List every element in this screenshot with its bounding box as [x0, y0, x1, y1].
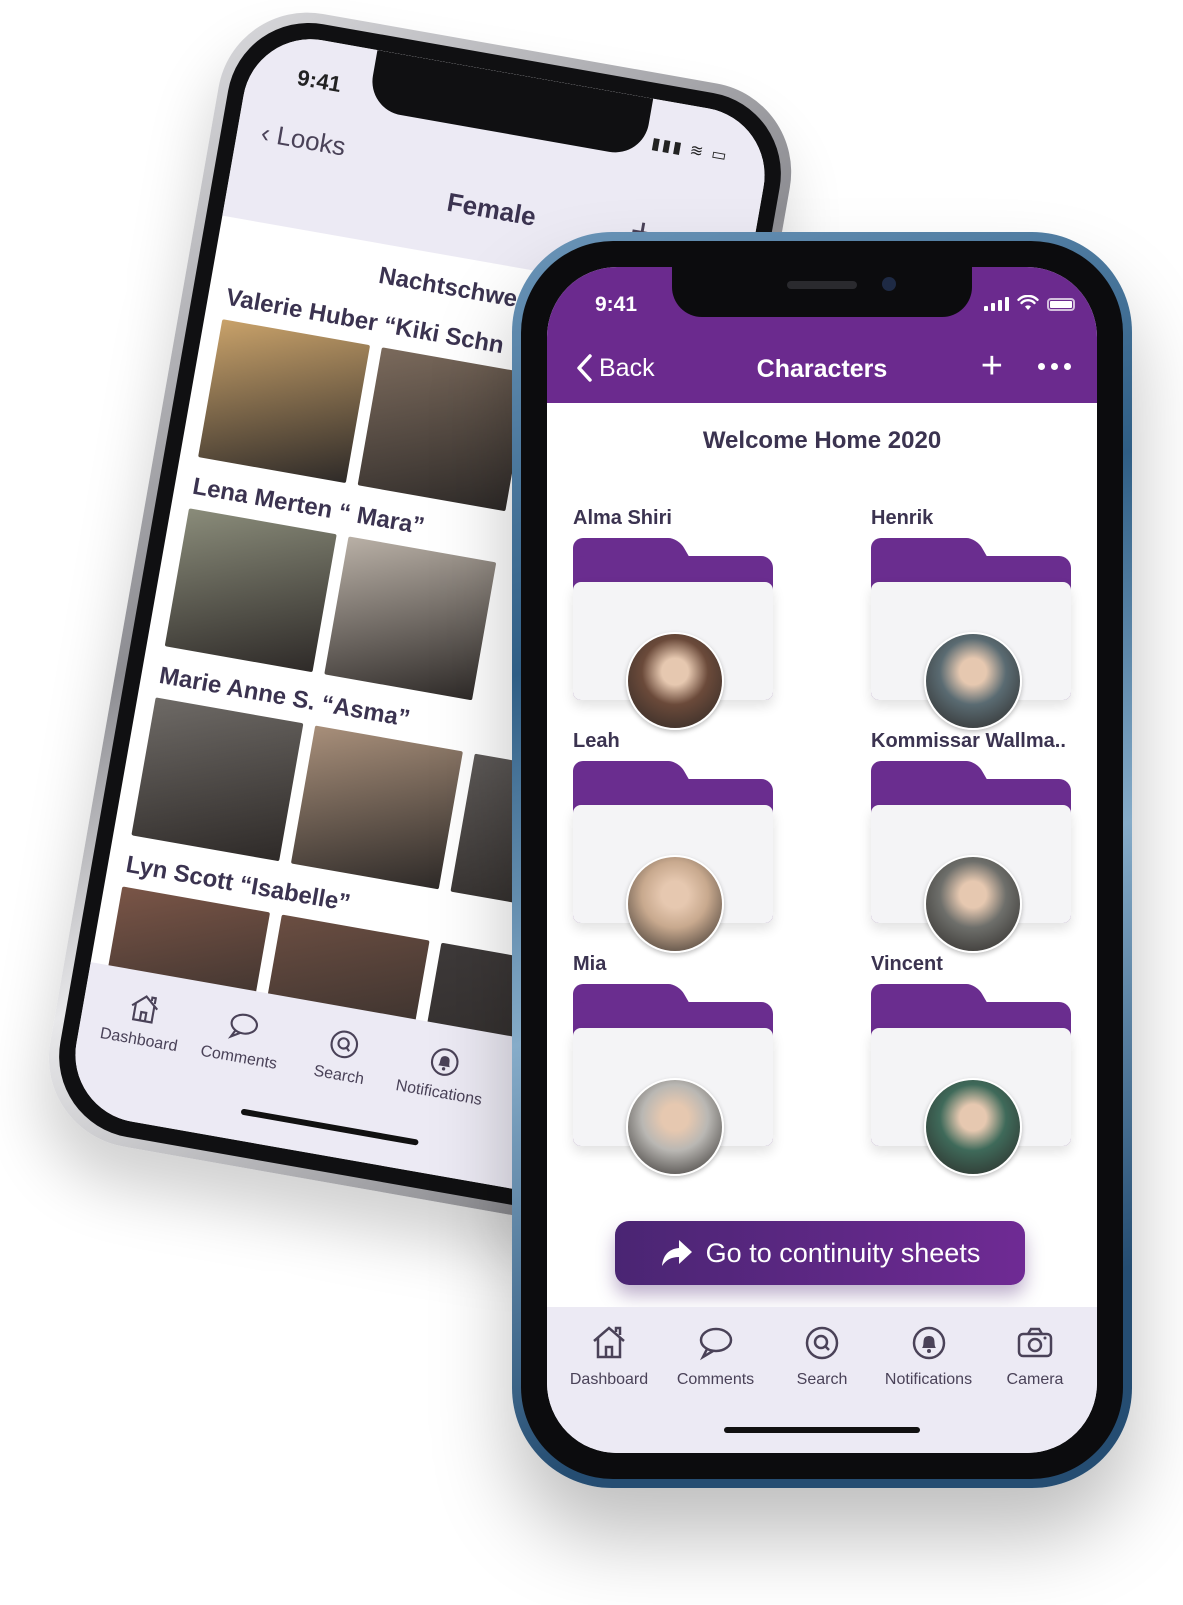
character-name: Mia	[573, 953, 607, 975]
back-notch	[367, 50, 654, 158]
search-icon	[330, 1030, 359, 1059]
back-status-time: 9:41	[295, 64, 344, 98]
character-folder[interactable]: Henrik	[871, 507, 1071, 730]
signal-icon	[984, 297, 1009, 311]
speaker	[787, 281, 857, 289]
front-status-icons	[984, 295, 1075, 311]
folder-front	[871, 1028, 1071, 1176]
wifi-icon	[1017, 295, 1039, 310]
folder-icon[interactable]	[573, 984, 773, 1176]
continuity-sheets-label: Go to continuity sheets	[705, 1237, 981, 1268]
look-photo[interactable]	[164, 508, 337, 673]
folder-front	[871, 805, 1071, 953]
avatar	[924, 1078, 1022, 1176]
tab-search[interactable]: Search	[279, 1020, 392, 1164]
look-photo[interactable]	[357, 347, 530, 512]
tab-notifications[interactable]: Notifications	[879, 1323, 979, 1453]
production-title: Welcome Home 2020	[702, 427, 942, 454]
look-photo[interactable]	[290, 725, 463, 890]
character-folder[interactable]: Kommissar Wallma..	[871, 730, 1071, 953]
add-icon[interactable]: +	[981, 345, 1003, 388]
character-grid: Alma Shiri Henrik Leah Kommissar Wallma.. Mi…	[547, 455, 1097, 1176]
home-icon	[593, 1326, 625, 1359]
battery-icon	[1047, 298, 1075, 311]
comment-icon	[228, 1013, 259, 1039]
tab-notifications[interactable]: Notifications	[379, 1037, 492, 1181]
folder-icon[interactable]	[871, 984, 1071, 1176]
folder-front	[573, 582, 773, 730]
folder-front	[573, 805, 773, 953]
tab-label: Dashboard	[98, 1024, 179, 1056]
tab-dashboard[interactable]: Dashboard	[79, 984, 192, 1128]
folder-icon[interactable]	[573, 761, 773, 953]
more-icon[interactable]	[1038, 363, 1071, 370]
bell-icon	[430, 1048, 459, 1076]
avatar	[924, 632, 1022, 730]
avatar	[626, 855, 724, 953]
tab-comments[interactable]: Comments	[666, 1323, 766, 1453]
bell-icon	[912, 1326, 945, 1360]
tab-label: Camera	[1006, 1371, 1064, 1388]
character-name: Alma Shiri	[573, 507, 672, 529]
folder-front	[871, 582, 1071, 730]
tab-label: Search	[312, 1062, 366, 1089]
avatar	[924, 855, 1022, 953]
character-folder[interactable]: Mia	[573, 953, 773, 1176]
character-name: Henrik	[871, 507, 934, 529]
camera-icon	[1017, 1327, 1053, 1358]
folder-front	[573, 1028, 773, 1176]
look-photo[interactable]	[131, 697, 304, 862]
tab-label: Comments	[199, 1042, 279, 1073]
tab-label: Dashboard	[569, 1371, 649, 1388]
share-arrow-icon	[661, 1240, 692, 1266]
look-photo[interactable]	[198, 319, 371, 484]
character-name: Kommissar Wallma..	[871, 730, 1066, 752]
front-notch	[672, 267, 972, 317]
continuity-sheets-button[interactable]: Go to continuity sheets	[615, 1221, 1025, 1285]
look-photo[interactable]	[324, 536, 497, 701]
front-header: 9:41 Back Characters +	[547, 267, 1097, 403]
character-name: Vincent	[871, 953, 943, 975]
front-phone: 9:41 Back Characters + Welcome Home 2020…	[512, 232, 1132, 1488]
tab-search[interactable]: Search	[772, 1323, 872, 1453]
character-folder[interactable]: Leah	[573, 730, 773, 953]
comment-icon	[699, 1327, 732, 1361]
front-phone-screen: 9:41 Back Characters + Welcome Home 2020…	[547, 267, 1097, 1453]
front-status-time: 9:41	[595, 293, 638, 316]
folder-icon[interactable]	[573, 538, 773, 730]
tab-camera[interactable]: Camera	[985, 1323, 1085, 1453]
tab-comments[interactable]: Comments	[179, 1002, 292, 1146]
tab-label: Comments	[676, 1371, 755, 1388]
character-folder[interactable]: Vincent	[871, 953, 1071, 1176]
character-name: Leah	[573, 730, 620, 752]
folder-icon[interactable]	[871, 761, 1071, 953]
tab-label: Notifications	[884, 1371, 973, 1388]
folder-icon[interactable]	[871, 538, 1071, 730]
character-folder[interactable]: Alma Shiri	[573, 507, 773, 730]
front-camera	[882, 277, 896, 291]
avatar	[626, 632, 724, 730]
tab-label: Search	[796, 1371, 848, 1388]
back-nav-back-label: Looks	[274, 120, 349, 162]
page-title: Characters	[756, 355, 888, 383]
tab-dashboard[interactable]: Dashboard	[559, 1323, 659, 1453]
front-phone-bezel: 9:41 Back Characters + Welcome Home 2020…	[521, 241, 1123, 1479]
home-indicator	[724, 1427, 920, 1433]
avatar	[626, 1078, 724, 1176]
home-icon	[131, 995, 158, 1024]
back-status-icons: ▮▮▮ ≋ ▭	[650, 135, 730, 166]
tab-label: Notifications	[394, 1077, 484, 1109]
search-icon	[805, 1326, 839, 1360]
